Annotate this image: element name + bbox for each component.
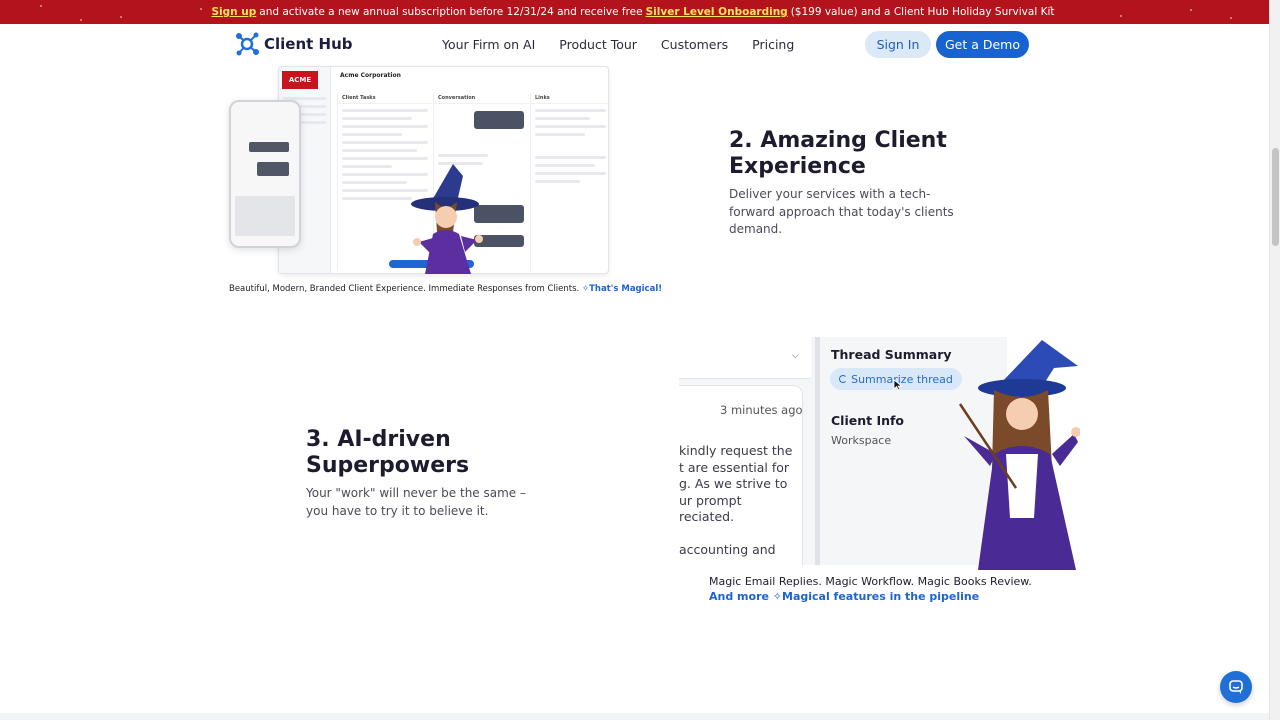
section3-description: Your "work" will never be the same – you… [306,486,526,518]
email-body: kindly request the t are essential for g… [679,443,793,524]
loading-spinner-icon [839,375,848,383]
promo-signup-link[interactable]: Sign up [211,6,256,18]
thats-magical-label: ✧That's Magical! [581,284,663,294]
nav-link-product-tour[interactable]: Product Tour [559,37,637,52]
sign-in-button[interactable]: Sign In [865,31,931,58]
logo-text: Client Hub [264,35,353,53]
promo-text-1: and activate a new annual subscription b… [259,6,643,18]
get-a-demo-button[interactable]: Get a Demo [936,31,1029,58]
nav-link-your-firm-on-ai[interactable]: Your Firm on AI [442,37,535,52]
page: Sign up and activate a new annual subscr… [0,0,1280,720]
nav-links: Your Firm on AI Product Tour Customers P… [442,24,818,64]
mockup-client-tasks: Client Tasks [338,93,432,104]
collapse-chevron-icon: ⌵ [792,351,799,361]
navbar: Client Hub Your Firm on AI Product Tour … [0,24,1269,64]
client-experience-screenshot: ACME Acme Corporation Client Tasks Conve… [229,66,610,276]
client-info-title: Client Info [831,413,905,428]
section3-title: 3. AI-driven Superpowers [306,427,470,478]
phone-mockup [229,100,301,248]
promo-offer-link[interactable]: Silver Level Onboarding [646,6,788,18]
mockup-links: Links [531,93,608,104]
promo-banner: Sign up and activate a new annual subscr… [0,0,1269,24]
chat-bubble-icon [1229,680,1243,694]
wizard-illustration [958,340,1080,570]
scrollbar-thumb[interactable] [1272,148,1279,246]
section3-caption-line1: Magic Email Replies. Magic Workflow. Mag… [709,575,1032,588]
chat-button[interactable] [1220,671,1252,703]
email-body-last-line: accounting and [679,542,776,557]
section2-title: 2. Amazing Client Experience [729,128,947,179]
promo-text-2: ($199 value) and a Client Hub Holiday Su… [790,6,1055,18]
page-scrollbar[interactable] [1269,0,1280,720]
section2-caption-main: Beautiful, Modern, Branded Client Experi… [229,284,580,294]
wizard-illustration [411,164,483,274]
logo[interactable]: Client Hub [234,30,353,58]
workspace-label: Workspace [831,434,892,447]
network-hub-icon [236,32,259,56]
mouse-pointer-icon [893,379,903,391]
section2-caption: Beautiful, Modern, Branded Client Experi… [229,284,662,294]
mockup-company-name: Acme Corporation [340,72,401,79]
email-time: 3 minutes ago [720,403,803,417]
mockup-conversation: Conversation [434,93,529,104]
bottom-strip [0,713,1269,720]
thread-summary-title: Thread Summary [831,347,952,362]
magical-features-link[interactable]: And more ✧Magical features in the pipeli… [709,590,979,603]
section2-description: Deliver your services with a tech-forwar… [729,187,954,236]
acme-logo: ACME [282,71,318,89]
nav-link-customers[interactable]: Customers [661,37,728,52]
nav-link-pricing[interactable]: Pricing [752,37,794,52]
